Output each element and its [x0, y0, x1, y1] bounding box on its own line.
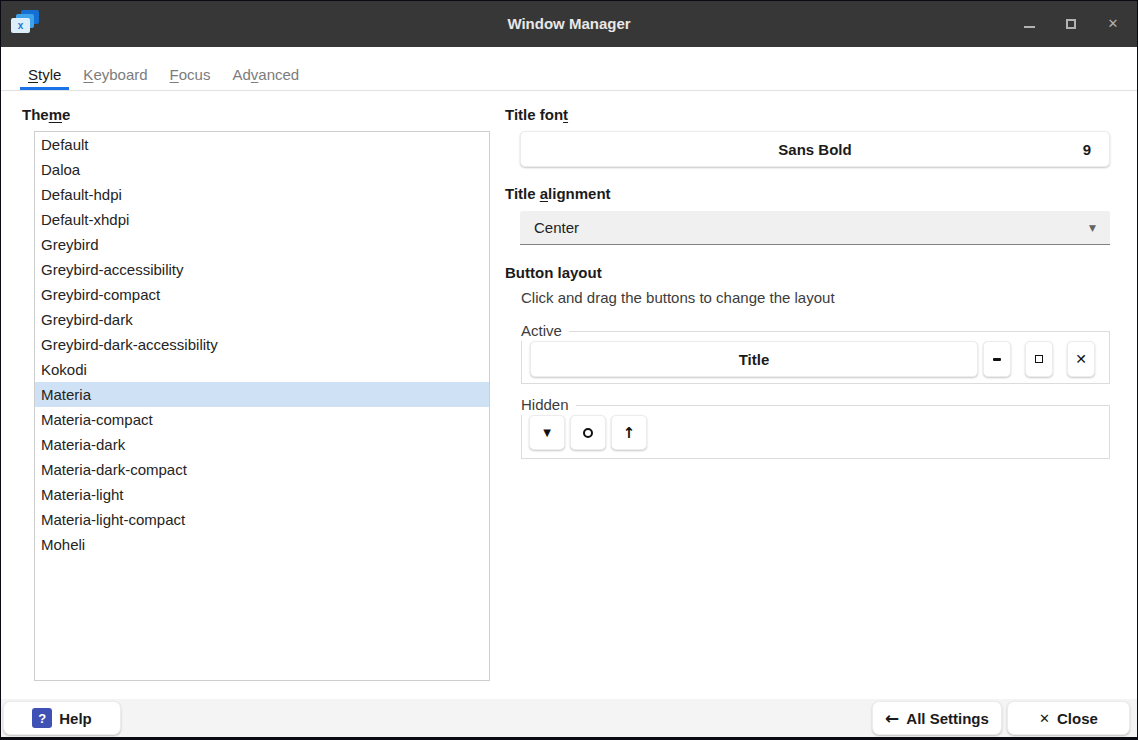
layout-shade-button[interactable]: ↑	[611, 415, 647, 450]
tab-advanced[interactable]: Advanced	[224, 59, 307, 90]
theme-list-item[interactable]: Greybird-dark-accessibility	[35, 332, 489, 357]
theme-list-item[interactable]: Moheli	[35, 532, 489, 557]
layout-menu-button[interactable]: ▼	[529, 415, 565, 450]
theme-list-item[interactable]: Default-xhdpi	[35, 207, 489, 232]
button-layout-hint: Click and drag the buttons to change the…	[521, 288, 835, 308]
all-settings-button[interactable]: ← All Settings	[872, 701, 1002, 735]
chevron-down-icon: ▼	[1089, 223, 1096, 233]
close-button[interactable]: ✕ Close	[1007, 701, 1130, 735]
font-size: 9	[1083, 141, 1091, 158]
theme-list-item[interactable]: Daloa	[35, 157, 489, 182]
button-layout-label: Button layout	[505, 263, 602, 283]
theme-list-item[interactable]: Default	[35, 132, 489, 157]
theme-list-item[interactable]: Greybird-dark	[35, 307, 489, 332]
hidden-buttons-frame: Hidden ▼ ↑	[521, 405, 1110, 459]
layout-title-button[interactable]: Title	[530, 341, 978, 377]
theme-label: Theme	[22, 105, 70, 125]
title-alignment-value: Center	[534, 219, 579, 236]
theme-list-item[interactable]: Materia-dark-compact	[35, 457, 489, 482]
layout-sticky-button[interactable]	[570, 415, 606, 450]
theme-list-item[interactable]: Greybird-accessibility	[35, 257, 489, 282]
theme-list-item[interactable]: Materia-light-compact	[35, 507, 489, 532]
theme-list-item[interactable]: Default-hdpi	[35, 182, 489, 207]
maximize-icon[interactable]	[1063, 16, 1079, 32]
active-buttons-frame: Active Title ✕	[521, 331, 1110, 384]
theme-list-item[interactable]: Greybird-compact	[35, 282, 489, 307]
theme-list-item[interactable]: Materia	[35, 382, 489, 407]
title-font-label: Title font	[505, 105, 568, 125]
close-icon: ✕	[1075, 351, 1087, 367]
back-arrow-icon: ←	[885, 710, 899, 727]
sticky-icon	[583, 428, 593, 438]
theme-list-item[interactable]: Greybird	[35, 232, 489, 257]
theme-list-item[interactable]: Kokodi	[35, 357, 489, 382]
window-manager-dialog: x Window Manager ✕ Style Keyboard Focus …	[0, 0, 1138, 740]
help-icon: ?	[32, 708, 52, 728]
title-font-button[interactable]: Sans Bold 9	[520, 131, 1110, 167]
hidden-frame-label: Hidden	[521, 395, 576, 415]
window-controls: ✕	[1021, 0, 1121, 47]
tab-bar: Style Keyboard Focus Advanced	[0, 47, 1138, 91]
menu-icon: ▼	[543, 427, 551, 438]
tab-style[interactable]: Style	[20, 59, 69, 90]
close-icon: ✕	[1039, 712, 1050, 725]
layout-maximize-button[interactable]	[1025, 341, 1053, 377]
theme-list-item[interactable]: Materia-compact	[35, 407, 489, 432]
titlebar: x Window Manager ✕	[0, 0, 1138, 47]
layout-close-button[interactable]: ✕	[1067, 341, 1095, 377]
active-frame-label: Active	[521, 321, 569, 341]
theme-list-item[interactable]: Materia-dark	[35, 432, 489, 457]
title-alignment-select[interactable]: Center ▼	[520, 211, 1110, 245]
tab-focus[interactable]: Focus	[162, 59, 219, 90]
shade-icon: ↑	[623, 424, 636, 442]
minimize-icon[interactable]	[1021, 16, 1037, 32]
theme-list[interactable]: DefaultDaloaDefault-hdpiDefault-xhdpiGre…	[34, 131, 490, 681]
theme-list-item[interactable]: Materia-light	[35, 482, 489, 507]
help-button[interactable]: ? Help	[3, 701, 121, 735]
title-alignment-label: Title alignment	[505, 184, 611, 204]
close-icon[interactable]: ✕	[1105, 16, 1121, 32]
maximize-icon	[1035, 355, 1043, 363]
window-title: Window Manager	[0, 0, 1138, 47]
layout-minimize-button[interactable]	[983, 341, 1011, 377]
tab-keyboard[interactable]: Keyboard	[75, 59, 155, 90]
minimize-icon	[993, 358, 1001, 361]
font-name: Sans Bold	[778, 141, 851, 158]
